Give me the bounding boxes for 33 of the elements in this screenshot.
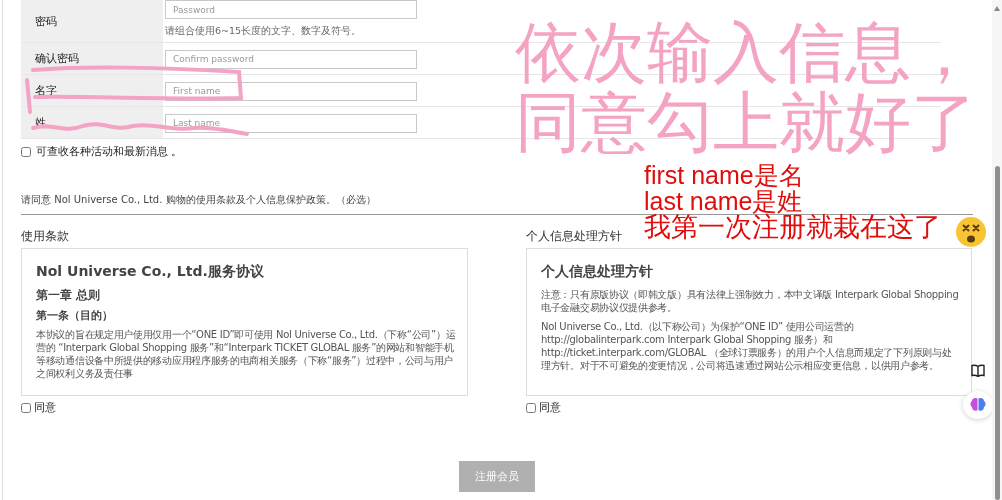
- annotation-text: 同意勾上就好了: [515, 88, 977, 158]
- dizzy-face-icon: [955, 216, 987, 248]
- chapter-heading: 第一章 总则: [36, 288, 101, 303]
- section-title: 使用条款: [21, 229, 70, 244]
- paragraph: 本协议的旨在规定用户使用仅用一个“ONE ID”即可使用 Nol Universe Co., Ltd.（下称“公司”）运营的 “Interpark Global Shopping 服务”和“Interpark TICKET GLOBAL 服务”的网站和智能手机等移动通信设备中所提供的移动应用程序服务的电商相关服务（下称“服务”）过程中，公司与用户之间权利义务及责任事: [36, 328, 457, 380]
- annotation-text: last name是姓: [644, 188, 803, 214]
- scroll-up-icon[interactable]: [994, 6, 1000, 11]
- annotation-text: 依次输入信息，: [515, 18, 977, 88]
- checkbox[interactable]: [21, 147, 31, 157]
- paragraph: 注意：只有原版协议（即韩文版）具有法律上强制效力，本中文译版 Interpark Global Shopping 电子金融交易协议仅提供参考。: [541, 288, 960, 314]
- input-field[interactable]: Confirm password: [165, 49, 417, 69]
- checkbox-label: 同意: [34, 401, 56, 415]
- assistant-button[interactable]: [963, 391, 993, 419]
- stroke-scribble: [25, 78, 32, 114]
- document-title: Nol Universe Co., Ltd.服务协议: [36, 263, 265, 281]
- field-label: 密码: [21, 0, 163, 42]
- book-icon[interactable]: [971, 364, 985, 377]
- checkbox[interactable]: [526, 403, 536, 413]
- scrollbar-thumb[interactable]: [994, 166, 1000, 500]
- checkbox-label: 可查收各种活动和最新消息 。: [36, 145, 183, 159]
- section-title: 个人信息处理方针: [526, 229, 623, 244]
- paragraph: Nol Universe Co., Ltd.（以下称公司）为保护“ONE ID” 使用公司运营的 http://globalinterpark.com Interpark Global Shopping 服务）和 http://ticket.interpark.com/GLOBAL （全球订票服务）的用户个人信息而规定了下列原则与处理方针。对于不可避免的变更情况，公司将迅速通过网站公示相应变更信息，以供用户参考。: [541, 320, 953, 372]
- brain-icon: [969, 397, 987, 413]
- checkbox-label: 同意: [539, 401, 561, 415]
- input-field[interactable]: First name: [165, 81, 417, 101]
- annotation-text: first name是名: [644, 162, 804, 188]
- article-heading: 第一条（目的）: [36, 309, 114, 323]
- document-title: 个人信息处理方针: [541, 263, 654, 281]
- input-field[interactable]: Last name: [165, 113, 417, 133]
- input-field[interactable]: Password: [165, 0, 417, 19]
- hint-text: 请组合使用6~15长度的文字、数字及符号。: [165, 25, 363, 38]
- checkbox[interactable]: [21, 403, 31, 413]
- annotation-text: 我第一次注册就栽在这了: [644, 214, 941, 240]
